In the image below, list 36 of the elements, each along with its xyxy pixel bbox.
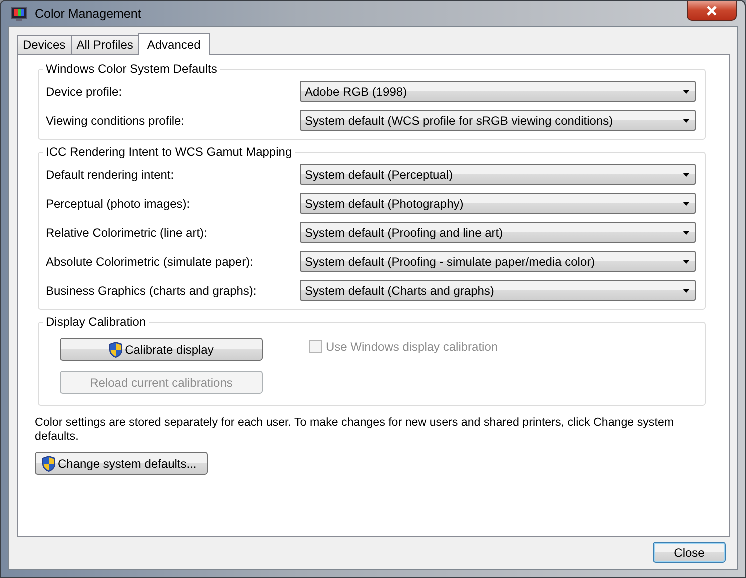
shield-icon: [42, 456, 56, 472]
field-label: Viewing conditions profile:: [46, 114, 185, 128]
field-label: Relative Colorimetric (line art):: [46, 226, 208, 240]
field-label: Default rendering intent:: [46, 168, 174, 182]
dropdown[interactable]: System default (Proofing - simulate paper/media color): [300, 251, 696, 272]
shield-icon: [109, 342, 124, 358]
caret-icon: [683, 260, 690, 264]
group-title: ICC Rendering Intent to WCS Gamut Mapping: [43, 145, 296, 160]
dropdown[interactable]: Adobe RGB (1998): [300, 81, 696, 102]
dropdown[interactable]: System default (Charts and graphs): [300, 280, 696, 301]
close-button[interactable]: Close: [653, 542, 726, 563]
caret-icon: [683, 172, 690, 176]
close-icon[interactable]: [687, 1, 737, 21]
caret-icon: [683, 230, 690, 234]
dropdown[interactable]: System default (Perceptual): [300, 164, 696, 185]
field-label: Device profile:: [46, 84, 122, 98]
field-label: Business Graphics (charts and graphs):: [46, 284, 257, 298]
caret-icon: [683, 202, 690, 206]
dropdown[interactable]: System default (Proofing and line art): [300, 222, 696, 243]
caret-icon: [683, 90, 690, 94]
info-text: Color settings are stored separately for each user. To make changes for new users and shared printers, click Change system defaults.: [35, 416, 676, 444]
window-title: Color Management: [35, 6, 142, 20]
dropdown[interactable]: System default (WCS profile for sRGB viewing conditions): [300, 110, 696, 131]
tab[interactable]: Advanced: [138, 33, 210, 55]
monitor-icon: [11, 6, 27, 20]
field-label: Perceptual (photo images):: [46, 196, 190, 210]
caret-icon: [683, 118, 690, 122]
group-title: Display Calibration: [43, 315, 150, 330]
tab[interactable]: All Profiles: [70, 35, 140, 54]
tab[interactable]: Devices: [17, 35, 72, 54]
caret-icon: [683, 288, 690, 292]
group-title: Windows Color System Defaults: [43, 62, 220, 77]
field-label: Absolute Colorimetric (simulate paper):: [46, 254, 254, 268]
change-defaults-button[interactable]: Change system defaults...: [35, 452, 208, 475]
button[interactable]: Calibrate display: [60, 338, 263, 361]
dropdown[interactable]: System default (Photography): [300, 193, 696, 214]
